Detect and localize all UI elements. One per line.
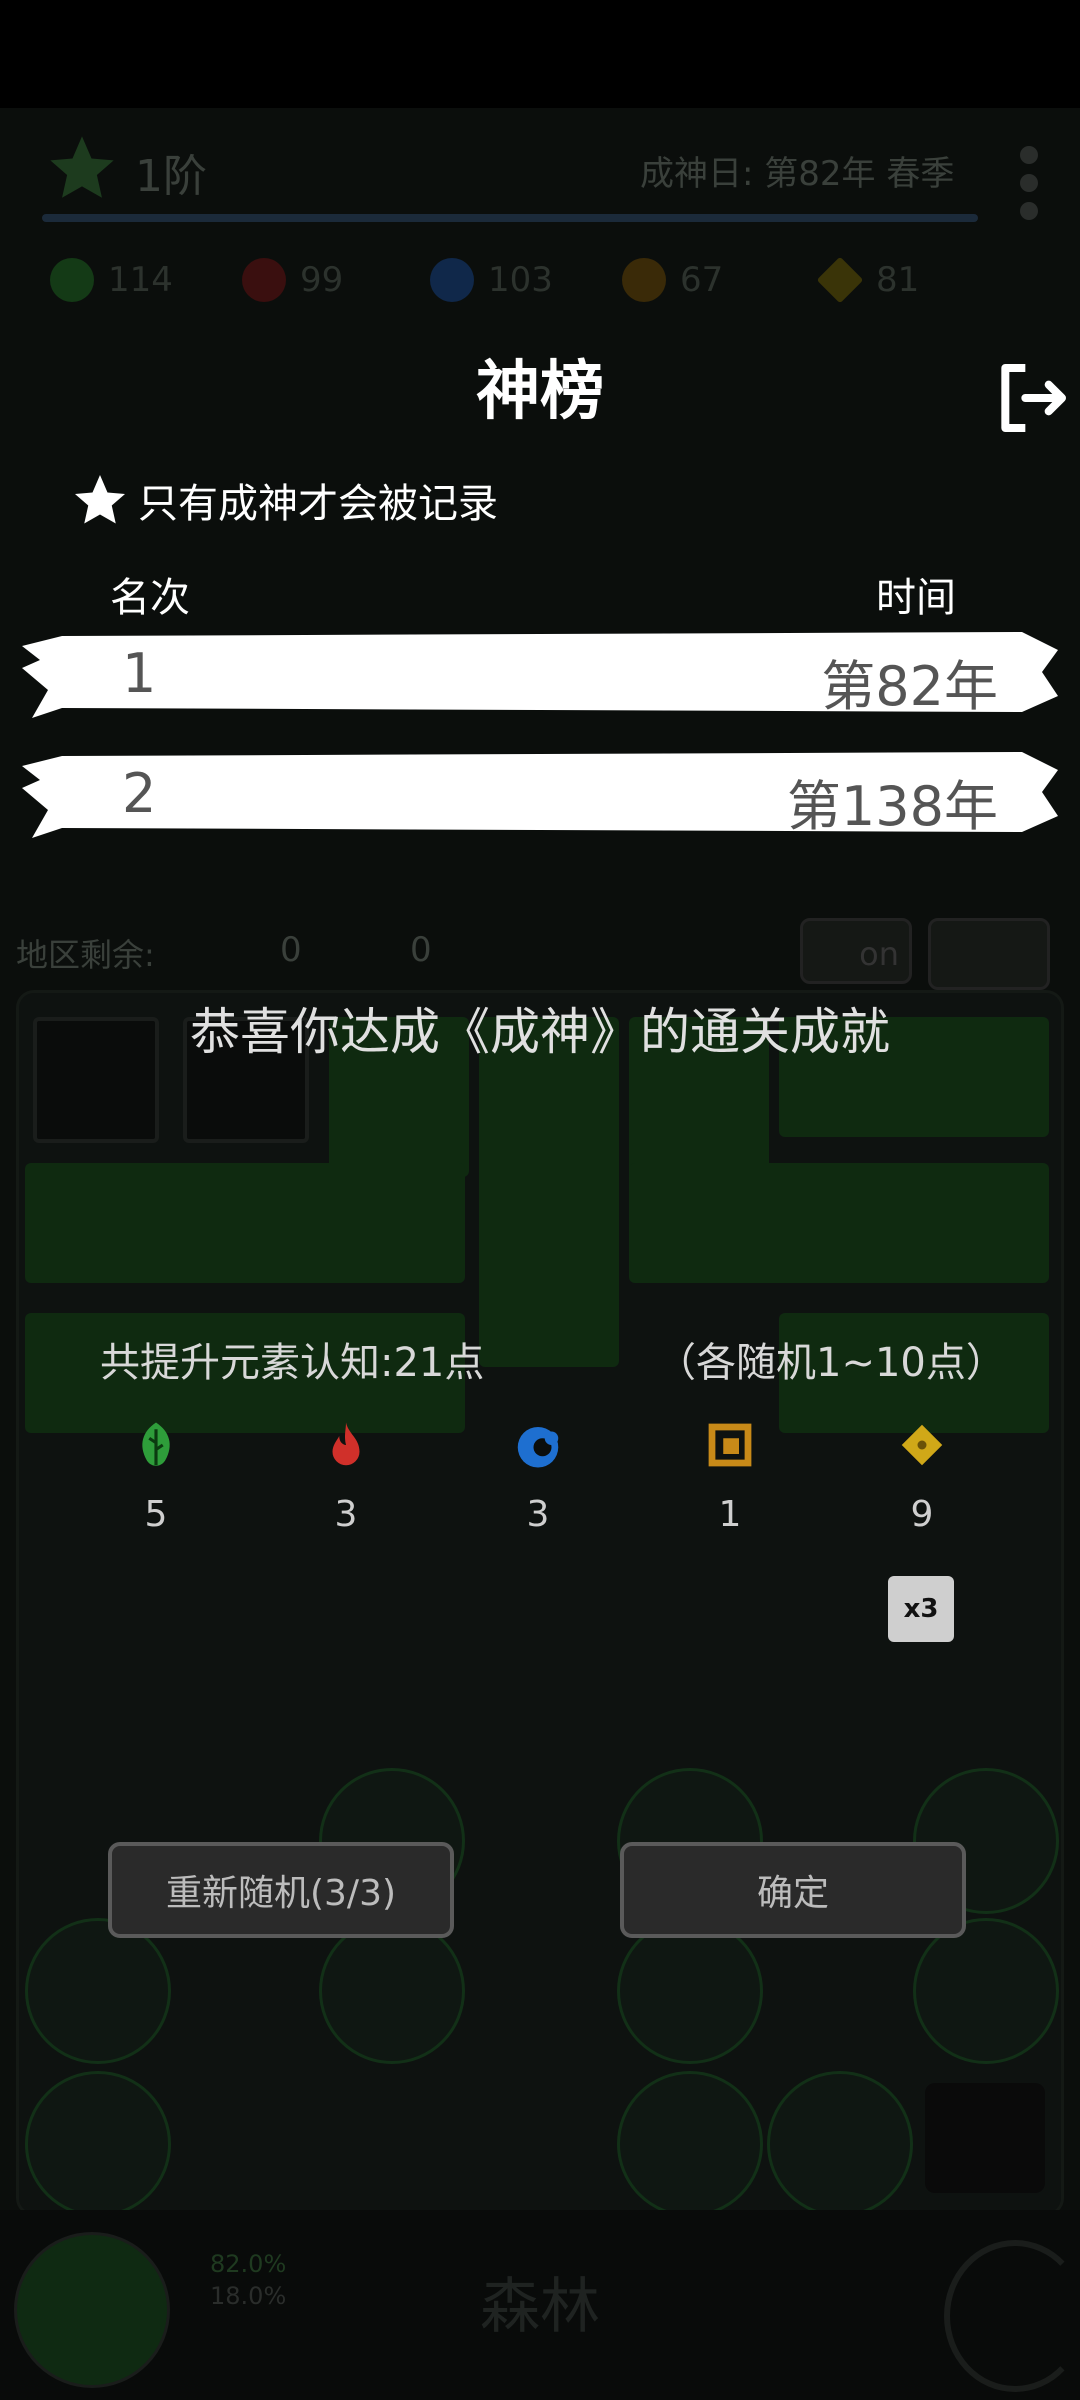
eye-icon[interactable]: [925, 2083, 1045, 2193]
leaderboard-title: 神榜: [476, 355, 604, 429]
row-time: 第82年: [821, 655, 998, 718]
status-bar: [0, 0, 1080, 108]
resource-leaf: 114: [50, 258, 173, 302]
earth-icon: [622, 258, 666, 302]
star-icon: [50, 136, 114, 198]
element-reward: 5: [116, 1418, 196, 1535]
leaderboard-note: 只有成神才会被记录: [70, 470, 498, 530]
leaderboard-row: 2 第138年: [22, 744, 1058, 840]
region-name: 森林: [480, 2272, 600, 2342]
confirm-button[interactable]: 确定: [620, 1842, 966, 1938]
element-reward: 3: [306, 1418, 386, 1535]
resource-earth: 67: [622, 258, 723, 302]
time-column-header: 时间: [876, 575, 956, 621]
map-token[interactable]: [617, 1918, 763, 2064]
map-token[interactable]: [617, 2071, 763, 2217]
region-bolt-count: 0: [410, 930, 432, 970]
reroll-button[interactable]: 重新随机(3/3): [108, 1842, 454, 1938]
map-token[interactable]: [767, 2071, 913, 2217]
region-leaf-count: 0: [280, 930, 302, 970]
date-text: 成神日: 第82年 春季: [640, 154, 955, 194]
map-token[interactable]: [25, 1918, 171, 2064]
map-token[interactable]: [25, 2071, 171, 2217]
water-icon: [517, 1427, 559, 1468]
fire-icon: [332, 1422, 360, 1466]
row-time: 第138年: [786, 775, 998, 838]
gold-icon: [816, 256, 864, 304]
resource-gold: 81: [816, 256, 919, 304]
achievement-congrats: 恭喜你达成《成神》的通关成就: [190, 1003, 890, 1061]
resource-fire: 99: [242, 258, 343, 302]
toggle-button[interactable]: on: [800, 918, 912, 984]
note-text: 只有成神才会被记录: [138, 481, 498, 527]
fire-icon: [242, 258, 286, 302]
leaf-icon: [50, 258, 94, 302]
element-reward: 3: [498, 1418, 578, 1535]
progress-bar: [42, 214, 978, 222]
region-left-label: 地区剩余:: [16, 936, 155, 974]
exit-icon[interactable]: [992, 358, 1072, 438]
rank-level: 1阶: [135, 151, 207, 202]
gold-icon: [901, 1424, 943, 1466]
map-token[interactable]: [913, 1918, 1059, 2064]
row-rank: 1: [122, 642, 157, 705]
map-delete-button[interactable]: [928, 918, 1050, 990]
row-rank: 2: [122, 762, 157, 825]
element-reward: 1: [690, 1418, 770, 1535]
total-cognition: 共提升元素认知:21点: [100, 1340, 485, 1386]
random-range-info: （各随机1~10点）: [656, 1340, 1006, 1386]
lightning-button[interactable]: [944, 2240, 1080, 2392]
resource-water: 103: [430, 258, 553, 302]
element-reward: 9: [882, 1418, 962, 1535]
toggle-label: on: [859, 935, 899, 973]
board-tile: [25, 1163, 465, 1283]
leaderboard-row: 1 第82年: [22, 624, 1058, 720]
video-multiplier-button[interactable]: x3: [888, 1576, 954, 1642]
leaf-icon: [142, 1422, 170, 1466]
earth-icon: [708, 1423, 752, 1467]
star-icon: [75, 475, 125, 524]
rank-column-header: 名次: [110, 575, 190, 621]
bottom-bar: 82.0% 18.0% 森林: [0, 2210, 1080, 2400]
menu-dots-icon[interactable]: [1020, 146, 1040, 220]
board-tile: [629, 1163, 1049, 1283]
board-tile: [479, 1017, 619, 1367]
water-icon: [430, 258, 474, 302]
